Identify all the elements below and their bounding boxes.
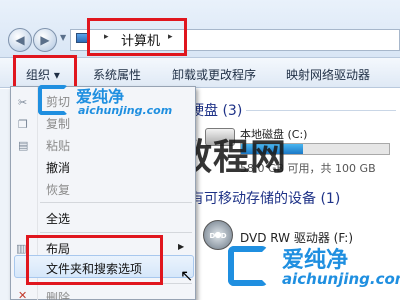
menu-item-redo[interactable]: 恢复 — [46, 181, 70, 198]
menu-item-undo[interactable]: 撤消 — [46, 159, 70, 176]
back-button[interactable]: ◀ — [8, 28, 32, 52]
map-network-drive-button[interactable]: 映射网络驱动器 — [286, 66, 370, 83]
menu-item-select-all[interactable]: 全选 — [46, 210, 70, 227]
cut-icon: ✂ — [18, 96, 28, 109]
recent-pages-chevron-icon[interactable]: ▼ — [60, 33, 66, 42]
logo-mark-icon — [228, 246, 268, 286]
submenu-arrow-icon: ▶ — [178, 242, 185, 251]
menu-item-paste[interactable]: 粘贴 — [46, 137, 70, 154]
group-divider — [246, 110, 396, 111]
menu-item-delete[interactable]: 删除 — [46, 289, 70, 300]
address-highlight-box — [87, 18, 187, 56]
layout-icon: ▥ — [16, 242, 27, 255]
logo-domain-text: aichunjing.com — [282, 270, 400, 288]
menu-separator — [40, 202, 192, 203]
dvd-drive-icon: DVD — [203, 220, 233, 250]
menu-highlight-box — [26, 235, 163, 285]
removable-group-title[interactable]: 有可移动存储的设备 (1) — [190, 188, 340, 208]
hard-disk-group-title[interactable]: 硬盘 (3) — [190, 100, 242, 120]
system-properties-button[interactable]: 系统属性 — [93, 66, 141, 83]
logo-mark-icon — [38, 85, 68, 115]
mouse-cursor-icon: ↖ — [180, 266, 194, 285]
menu-separator — [40, 232, 192, 233]
delete-icon: ✕ — [18, 289, 28, 300]
logo-domain-text: aichunjing.com — [78, 104, 173, 117]
copy-icon: ❐ — [18, 118, 28, 131]
paste-icon: ▤ — [18, 139, 29, 152]
uninstall-program-button[interactable]: 卸载或更改程序 — [172, 66, 256, 83]
menu-item-copy[interactable]: 复制 — [46, 115, 70, 132]
forward-button[interactable]: ▶ — [33, 28, 57, 52]
